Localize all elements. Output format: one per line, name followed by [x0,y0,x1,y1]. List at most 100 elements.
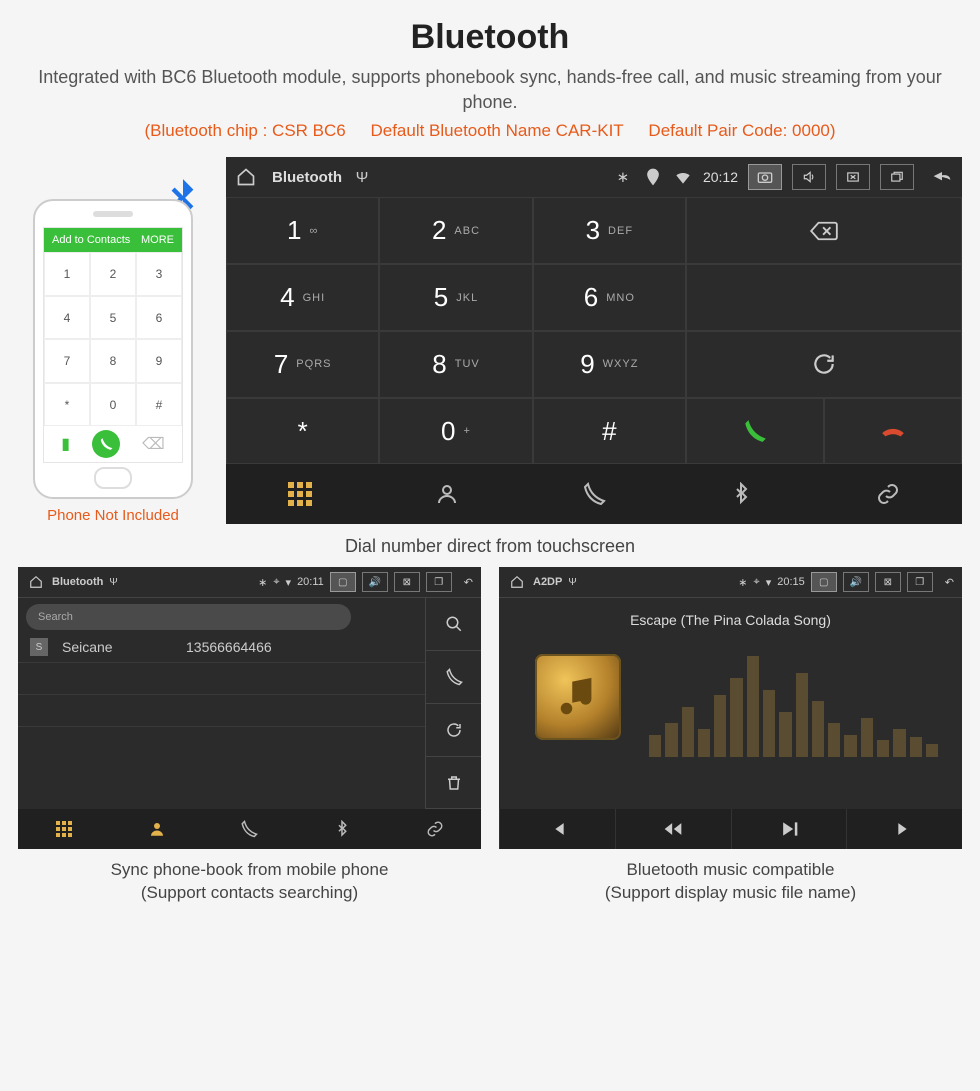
link-icon [876,482,900,506]
keypad-icon [288,482,312,506]
key-6[interactable]: 6MNO [533,264,686,331]
a2dp-statusbar: A2DP Ψ ∗ ⌖ ▾ 20:15 ▢ 🔊 ⊠ ❐ ↶ [499,567,962,597]
redial-key[interactable] [686,331,962,398]
key-0[interactable]: 0+ [379,398,532,465]
key-hash[interactable]: # [533,398,686,465]
play-pause-button[interactable] [731,809,847,849]
contacts-statusbar: Bluetooth Ψ ∗ ⌖ ▾ 20:11 ▢ 🔊 ⊠ ❐ ↶ [18,567,481,597]
tab-recents[interactable] [203,809,296,849]
home-icon[interactable] [26,572,46,592]
tab-contacts[interactable] [373,464,520,524]
statusbar-title: A2DP [533,576,562,588]
key-4[interactable]: 4GHI [226,264,379,331]
tab-contacts[interactable] [111,809,204,849]
next-track-button[interactable] [846,809,962,849]
rewind-button[interactable] [615,809,731,849]
a2dp-controls [499,809,962,849]
usb-icon: Ψ [568,577,576,588]
page-title: Bluetooth [20,18,960,57]
screenshot-icon[interactable] [748,164,782,190]
home-icon[interactable] [507,572,527,592]
phone-icon [582,482,606,506]
statusbar-time: 20:11 [297,576,324,588]
a2dp-body: Escape (The Pina Colada Song) [499,597,962,809]
wifi-icon: ▾ [766,576,772,589]
tab-bluetooth[interactable] [296,809,389,849]
screenshot-icon[interactable]: ▢ [330,572,356,592]
key-3[interactable]: 3DEF [533,197,686,264]
tab-pair[interactable] [815,464,962,524]
person-icon [148,820,166,838]
search-placeholder: Search [38,611,73,623]
location-icon: ⌖ [754,576,760,589]
key-1[interactable]: 1∞ [226,197,379,264]
page-spec: (Bluetooth chip : CSR BC6 Default Blueto… [20,121,960,141]
contacts-sidebar [425,598,481,809]
backspace-key[interactable] [686,197,962,264]
dialer-statusbar: Bluetooth Ψ ∗ 20:12 [226,157,962,197]
location-icon [643,167,663,187]
blank-key-1 [686,264,962,331]
prev-track-button[interactable] [499,809,615,849]
side-search-button[interactable] [425,598,481,651]
track-title: Escape (The Pina Colada Song) [499,612,962,628]
contact-name: Seicane [62,639,172,655]
tab-keypad[interactable] [226,464,373,524]
bluetooth-icon [333,820,351,838]
key-star[interactable]: * [226,398,379,465]
contact-row[interactable]: S Seicane 13566664466 [18,632,425,663]
contact-row-empty [18,727,425,759]
back-icon[interactable] [932,167,952,187]
volume-icon[interactable]: 🔊 [362,572,388,592]
side-sync-button[interactable] [425,704,481,757]
screenshot-icon[interactable]: ▢ [811,572,837,592]
home-icon[interactable] [236,167,256,187]
phone-caption: Phone Not Included [18,507,208,524]
recents-icon[interactable] [880,164,914,190]
side-call-button[interactable] [425,651,481,704]
keypad-icon [56,821,72,837]
statusbar-time: 20:12 [703,169,738,185]
back-icon: ⌫ [142,434,165,454]
location-icon: ⌖ [273,576,279,589]
usb-icon: Ψ [109,577,117,588]
contact-number: 13566664466 [186,639,272,655]
key-2[interactable]: 2ABC [379,197,532,264]
tab-keypad[interactable] [18,809,111,849]
contact-row-empty [18,663,425,695]
bluetooth-status-icon: ∗ [258,576,267,589]
key-5[interactable]: 5JKL [379,264,532,331]
volume-icon[interactable]: 🔊 [843,572,869,592]
back-icon[interactable]: ↶ [464,576,473,589]
tab-recents[interactable] [520,464,667,524]
hangup-button[interactable] [824,398,962,465]
spec-code: Default Pair Code: 0000) [648,121,835,140]
recents-icon[interactable]: ❐ [907,572,933,592]
phone-mock-keypad: 123 456 789 *0# [44,252,182,426]
video-icon: ▮ [61,434,70,454]
close-app-icon[interactable]: ⊠ [394,572,420,592]
contact-initial: S [30,638,48,656]
recents-icon[interactable]: ❐ [426,572,452,592]
side-delete-button[interactable] [425,757,481,810]
close-app-icon[interactable] [836,164,870,190]
equalizer-visual [649,644,938,757]
contacts-search-input[interactable]: Search [26,604,351,630]
volume-icon[interactable] [792,164,826,190]
close-app-icon[interactable]: ⊠ [875,572,901,592]
bluetooth-icon [729,482,753,506]
dial-grid: 1∞ 2ABC 3DEF 4GHI 5JKL 6MNO 7PQRS 8TUV 9… [226,197,962,464]
statusbar-title: Bluetooth [272,169,342,186]
contacts-caption: Sync phone-book from mobile phone (Suppo… [18,859,481,905]
bluetooth-status-icon: ∗ [613,167,633,187]
tab-pair[interactable] [388,809,481,849]
key-7[interactable]: 7PQRS [226,331,379,398]
tab-bluetooth[interactable] [668,464,815,524]
statusbar-title: Bluetooth [52,576,103,588]
spec-name: Default Bluetooth Name CAR-KIT [370,121,623,140]
key-8[interactable]: 8TUV [379,331,532,398]
page-header: Bluetooth Integrated with BC6 Bluetooth … [0,0,980,149]
back-icon[interactable]: ↶ [945,576,954,589]
key-9[interactable]: 9WXYZ [533,331,686,398]
call-button[interactable] [686,398,824,465]
